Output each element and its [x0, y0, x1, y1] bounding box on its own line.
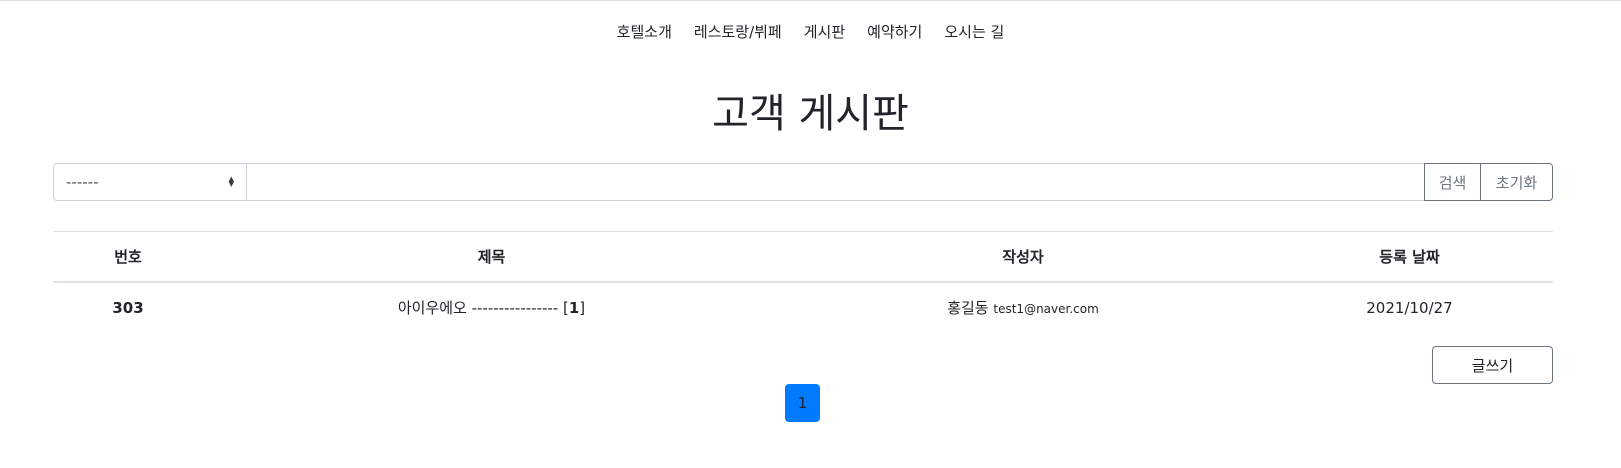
search-input[interactable] — [247, 163, 1425, 201]
search-type-select[interactable]: ------ ▲ ▼ — [53, 163, 247, 201]
table-header-row: 번호 제목 작성자 등록 날짜 — [53, 231, 1553, 283]
page-button-current[interactable]: 1 — [785, 384, 820, 422]
header-date: 등록 날짜 — [1266, 231, 1553, 283]
search-button[interactable]: 검색 — [1424, 163, 1481, 201]
top-divider — [0, 0, 1621, 1]
nav-item-reservation[interactable]: 예약하기 — [867, 20, 922, 44]
table-row: 303 아이우에오 ---------------- [1] 홍길동 test1… — [53, 282, 1553, 333]
search-type-value: ------ — [66, 173, 99, 191]
page-title: 고객 게시판 — [712, 91, 909, 137]
write-post-button[interactable]: 글쓰기 — [1432, 346, 1553, 384]
post-title-cell: 아이우에오 ---------------- [1] — [203, 282, 780, 333]
search-bar: ------ ▲ ▼ 검색 초기화 — [53, 163, 1553, 201]
author-email: test1@naver.com — [993, 302, 1099, 316]
nav-item-restaurant-buffet[interactable]: 레스토랑/뷔페 — [694, 20, 782, 44]
nav-item-hotel-intro[interactable]: 호텔소개 — [617, 20, 672, 44]
header-number: 번호 — [53, 231, 203, 283]
post-date: 2021/10/27 — [1366, 298, 1453, 317]
select-arrows-icon: ▲ ▼ — [228, 175, 234, 188]
reply-count-badge: [1] — [563, 299, 586, 317]
author-name: 홍길동 — [947, 299, 989, 317]
post-author-cell: 홍길동 test1@naver.com — [780, 282, 1266, 333]
header-title: 제목 — [203, 231, 780, 283]
nav-item-board[interactable]: 게시판 — [804, 20, 845, 44]
main-nav: 호텔소개 레스토랑/뷔페 게시판 예약하기 오시는 길 — [0, 20, 1621, 44]
nav-item-directions[interactable]: 오시는 길 — [944, 20, 1004, 44]
pagination: 1 — [785, 384, 820, 422]
header-author: 작성자 — [780, 231, 1266, 283]
post-title-link[interactable]: 아이우에오 ---------------- — [398, 299, 558, 317]
reset-button[interactable]: 초기화 — [1480, 163, 1553, 201]
reply-count: 1 — [568, 299, 580, 317]
board-table: 번호 제목 작성자 등록 날짜 303 아이우에오 --------------… — [53, 231, 1553, 333]
post-number: 303 — [112, 298, 144, 317]
